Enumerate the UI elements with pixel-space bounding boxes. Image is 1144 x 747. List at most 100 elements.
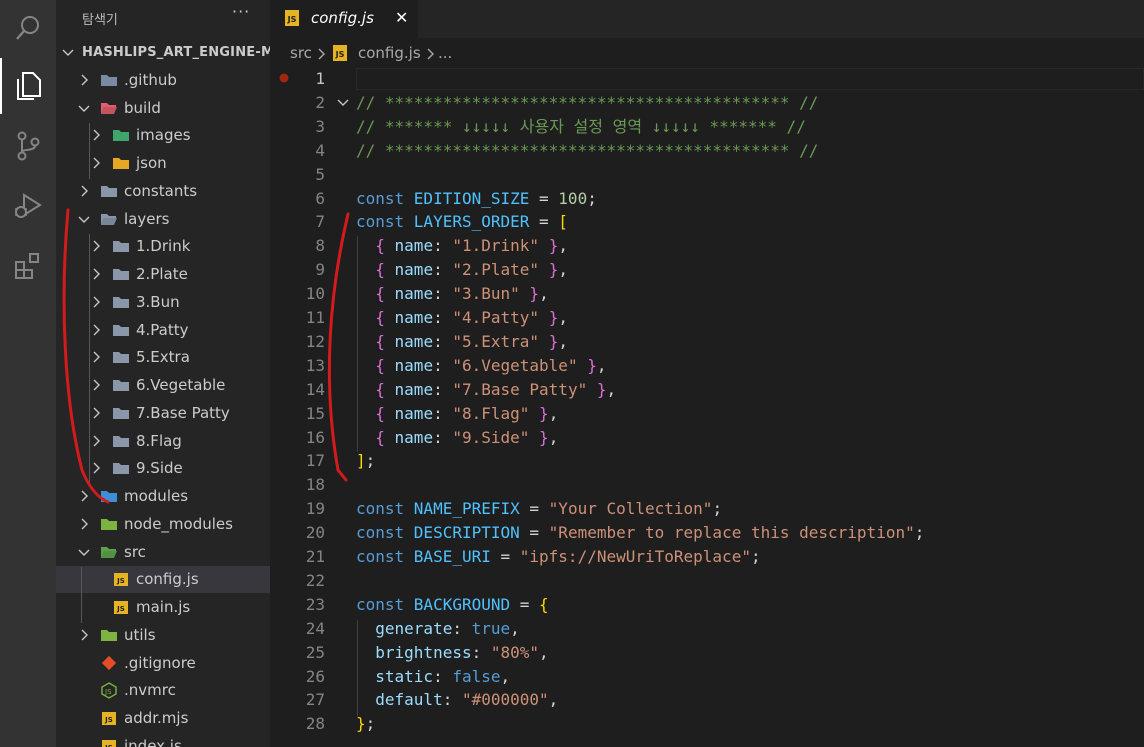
chevron-right-icon[interactable] <box>78 74 90 86</box>
tree-item[interactable]: src <box>56 539 270 566</box>
breadcrumb-folder[interactable]: src <box>290 44 312 62</box>
tree-item-label: modules <box>124 487 189 505</box>
close-icon[interactable]: ✕ <box>395 8 408 27</box>
tree-item[interactable]: utils <box>56 622 270 649</box>
tab-config-js[interactable]: JS config.js ✕ <box>270 0 418 38</box>
code-token: generate <box>356 618 453 638</box>
run-debug-icon[interactable] <box>0 178 56 234</box>
chevron-right-icon[interactable] <box>90 296 102 308</box>
code-token: : <box>433 403 453 423</box>
tree-item[interactable]: modules <box>56 483 270 510</box>
tab-label: config.js <box>311 9 374 27</box>
code-token: // *************************************… <box>356 140 819 160</box>
extensions-icon[interactable] <box>0 238 56 294</box>
folder-open-icon <box>100 211 118 228</box>
tree-item-label: images <box>136 126 191 145</box>
chevron-right-icon[interactable] <box>78 518 90 530</box>
code-token: NAME_PREFIX <box>413 499 520 519</box>
code-line: const DESCRIPTION = "Remember to replace… <box>356 521 924 545</box>
folder-icon <box>112 266 130 283</box>
code-line: { name: "5.Extra" }, <box>356 330 568 354</box>
chevron-right-icon[interactable] <box>90 407 102 419</box>
chevron-right-icon[interactable] <box>90 435 102 447</box>
code-token: [ <box>558 212 568 232</box>
folder-icon <box>112 238 130 255</box>
chevron-right-icon[interactable] <box>78 490 90 502</box>
tree-item[interactable]: build <box>56 95 270 122</box>
code-token: : <box>433 427 453 447</box>
activity-bar <box>0 0 56 747</box>
tree-item[interactable]: JS main.js <box>56 594 270 621</box>
tree-item[interactable]: JS .nvmrc <box>56 677 270 704</box>
tree-item-label: node_modules <box>124 514 233 533</box>
tree-item-label: 4.Patty <box>136 320 189 339</box>
workspace-root[interactable]: HASHLIPS_ART_ENGINE-M... <box>56 39 270 66</box>
tree-item[interactable]: JS index.js <box>56 733 270 747</box>
chevron-down-icon[interactable] <box>336 96 350 110</box>
breadcrumb-file[interactable]: config.js <box>358 44 421 62</box>
code-token: // ******* ↓↓↓↓↓ 사용자 설정 영역 ↓↓↓↓↓ *******… <box>356 116 806 136</box>
explorer-icon[interactable] <box>0 58 56 114</box>
code-token: "7.Base Patty" <box>452 379 588 399</box>
tree-item-label: 3.Bun <box>136 292 180 311</box>
chevron-down-icon[interactable] <box>78 213 90 225</box>
chevron-down-icon[interactable] <box>62 46 74 58</box>
breadcrumb-tail[interactable]: ... <box>438 44 452 62</box>
line-number: 2 <box>315 92 325 112</box>
line-number: 6 <box>315 188 325 208</box>
source-control-icon[interactable] <box>0 118 56 174</box>
more-actions-icon[interactable]: ··· <box>232 2 250 21</box>
line-number: 22 <box>305 570 325 590</box>
code-token: ; <box>750 547 761 566</box>
chevron-right-icon[interactable] <box>78 629 90 641</box>
chevron-right-icon[interactable] <box>90 240 102 252</box>
tree-item[interactable]: .github <box>56 67 270 94</box>
chevron-right-icon[interactable] <box>90 129 102 141</box>
chevron-right-icon[interactable] <box>90 268 102 280</box>
tree-item[interactable]: node_modules <box>56 511 270 538</box>
code-token: "#000000" <box>461 690 549 710</box>
tree-item[interactable]: constants <box>56 178 270 205</box>
tree-item[interactable]: .gitignore <box>56 650 270 677</box>
code-line: }; <box>356 712 375 736</box>
chevron-right-icon[interactable] <box>90 157 102 169</box>
chevron-right-icon[interactable] <box>90 351 102 363</box>
tree-item-label: 7.Base Patty <box>136 403 230 422</box>
chevron-right-icon[interactable] <box>78 185 90 197</box>
chevron-down-icon[interactable] <box>78 546 90 558</box>
js-file-icon: JS <box>100 710 118 727</box>
tree-item[interactable]: JS config.js <box>56 566 270 594</box>
chevron-right-icon[interactable] <box>90 462 102 474</box>
tree-item[interactable]: JS addr.mjs <box>56 705 270 732</box>
code-token: const <box>356 499 414 519</box>
code-token: ; <box>914 523 925 543</box>
line-number: 8 <box>315 236 325 256</box>
folder-constants-icon <box>100 183 118 200</box>
line-number: 16 <box>305 427 325 447</box>
tree-item-label: index.js <box>124 736 182 747</box>
search-icon[interactable] <box>0 0 56 56</box>
code-line: ]; <box>356 449 375 473</box>
line-number: 26 <box>305 666 325 686</box>
code-token: ] <box>356 451 366 471</box>
code-token: : <box>433 666 453 686</box>
chevron-down-icon[interactable] <box>78 102 90 114</box>
code-line: generate: true, <box>356 617 520 641</box>
code-editor[interactable]: 1 2 // ***********************************… <box>270 68 1144 747</box>
code-line: { name: "8.Flag" }, <box>356 402 558 426</box>
folder-icon <box>112 294 130 311</box>
chevron-right-icon[interactable] <box>90 379 102 391</box>
line-number: 3 <box>315 116 325 136</box>
tree-item[interactable]: layers <box>56 206 270 233</box>
explorer-title: 탐색기 <box>82 13 118 28</box>
code-token: = <box>529 188 559 208</box>
chevron-right-icon[interactable] <box>90 324 102 336</box>
folder-modules-icon <box>100 488 118 505</box>
indent-guide <box>81 567 82 623</box>
folder-src-icon <box>100 544 118 561</box>
line-number: 12 <box>305 331 325 351</box>
